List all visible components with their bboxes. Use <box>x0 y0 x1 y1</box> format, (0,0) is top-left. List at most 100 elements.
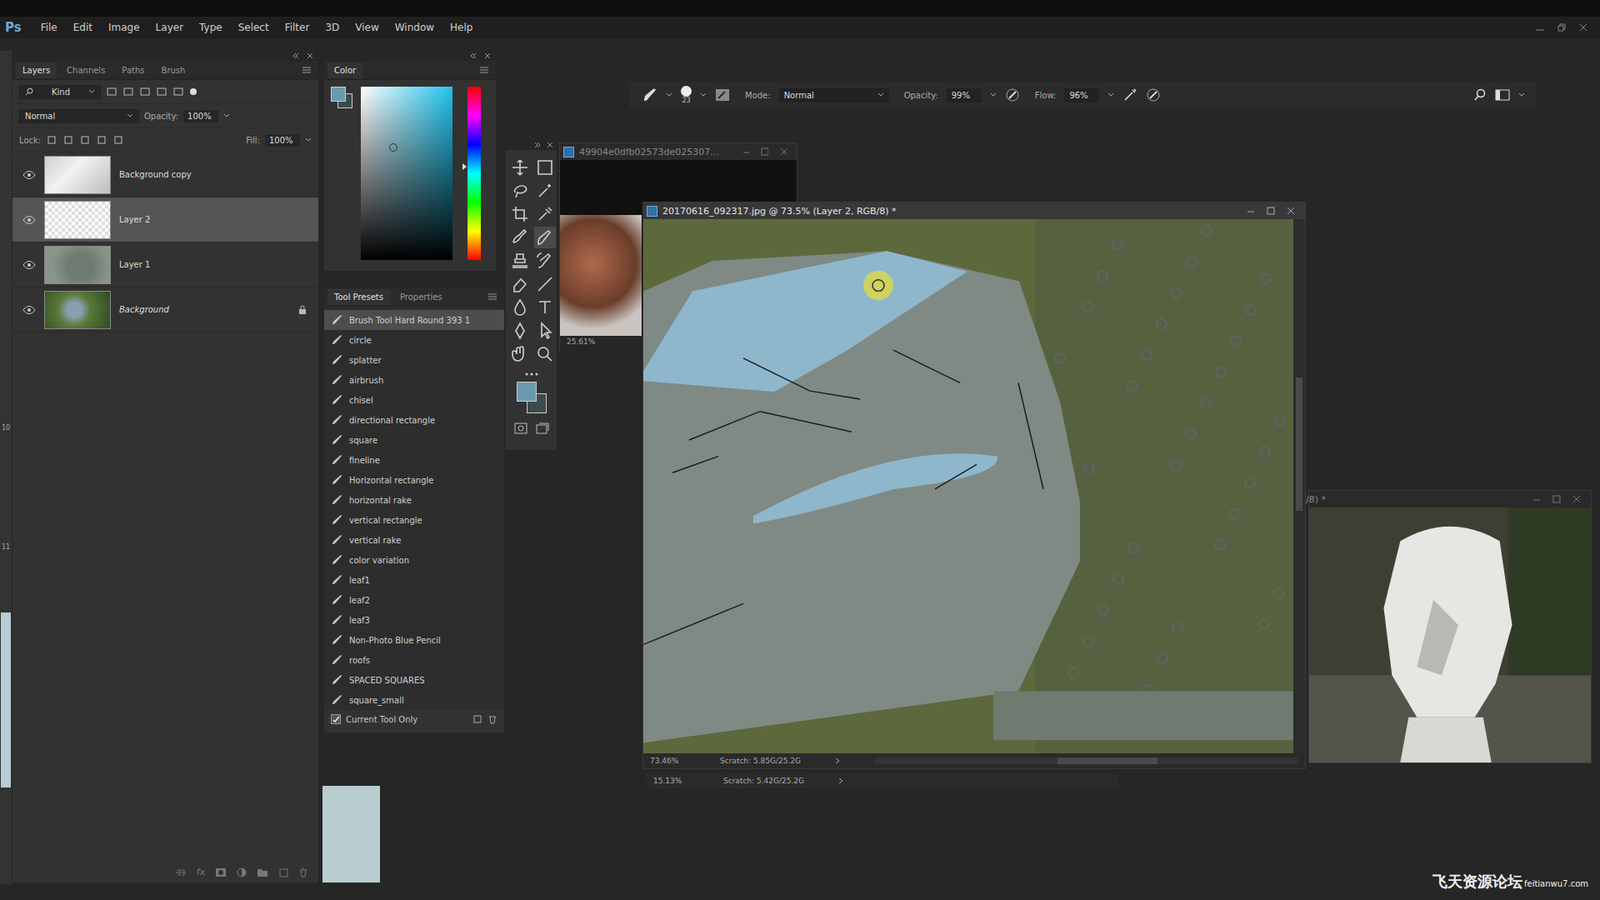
trash-icon[interactable] <box>487 714 498 725</box>
close-icon[interactable] <box>1578 22 1589 33</box>
horizontal-scrollbar[interactable] <box>874 757 1299 765</box>
menu-item[interactable]: File <box>40 21 58 34</box>
maximize-icon[interactable] <box>760 147 768 156</box>
preset-item[interactable]: square <box>324 430 505 450</box>
preset-item[interactable]: SPACED SQUARES <box>324 670 505 690</box>
airbrush-icon[interactable] <box>1122 87 1138 103</box>
lock-option-icon[interactable] <box>62 135 75 145</box>
filter-type-icon[interactable] <box>139 86 151 97</box>
preset-item[interactable]: leaf1 <box>324 570 505 590</box>
panel-tab[interactable]: Paths <box>115 62 151 79</box>
panel-menu-icon[interactable] <box>479 65 490 75</box>
caret-icon[interactable] <box>1107 92 1115 98</box>
close-icon[interactable] <box>484 52 491 60</box>
mask-icon[interactable] <box>215 867 227 878</box>
lock-option-icon[interactable] <box>45 135 58 145</box>
tool-icon[interactable] <box>534 203 556 225</box>
hue-marker[interactable] <box>462 163 467 170</box>
filter-type-icon[interactable] <box>155 86 168 97</box>
tool-icon[interactable] <box>534 320 556 342</box>
collapse-icon[interactable] <box>469 52 478 60</box>
filter-toggle-icon[interactable] <box>189 87 198 96</box>
preset-item[interactable]: fineline <box>324 450 505 470</box>
maximize-icon[interactable] <box>1266 206 1275 215</box>
workspace-icon[interactable] <box>1495 89 1510 101</box>
tool-icon[interactable] <box>509 250 531 272</box>
document-window[interactable]: 20170616_092317.jpg @ 73.5% (Layer 2, RG… <box>642 201 1306 770</box>
panel-tab[interactable]: Tool Presets <box>327 289 390 305</box>
menu-item[interactable]: Select <box>238 21 270 34</box>
panel-tab[interactable]: Channels <box>60 62 112 79</box>
preset-item[interactable]: Non-Photo Blue Pencil <box>324 630 505 650</box>
caret-icon[interactable] <box>1518 92 1525 98</box>
preset-item[interactable]: chisel <box>324 390 505 410</box>
brush-tool-icon[interactable] <box>642 87 658 103</box>
panel-tab[interactable]: Brush <box>155 62 193 79</box>
close-icon[interactable] <box>306 52 314 60</box>
document-window[interactable]: /8) * <box>1308 490 1592 764</box>
minimize-icon[interactable] <box>1532 495 1541 504</box>
layer-row[interactable]: Layer 2 <box>12 197 319 243</box>
eye-icon[interactable] <box>22 305 36 315</box>
panel-tab[interactable]: Properties <box>393 289 450 305</box>
current-tool-checkbox[interactable] <box>330 714 341 725</box>
menu-item[interactable]: Filter <box>285 21 310 34</box>
close-icon[interactable] <box>780 147 787 156</box>
close-icon[interactable] <box>546 141 554 149</box>
caret-icon[interactable] <box>223 113 230 119</box>
caret-icon[interactable] <box>700 92 707 98</box>
preset-item[interactable]: leaf2 <box>324 590 505 610</box>
menu-item[interactable]: View <box>355 21 379 34</box>
arrow-icon[interactable] <box>834 757 841 765</box>
panel-tab[interactable]: Layers <box>15 62 57 79</box>
lock-option-icon[interactable] <box>112 135 125 145</box>
brush-panel-icon[interactable] <box>715 88 730 102</box>
restore-icon[interactable] <box>1556 22 1567 33</box>
pressure-size-icon[interactable] <box>1145 87 1161 103</box>
tool-icon[interactable] <box>509 226 531 249</box>
preset-item[interactable]: square_small <box>324 690 505 710</box>
tool-icon[interactable] <box>534 296 556 319</box>
pressure-opacity-icon[interactable] <box>1005 87 1020 103</box>
layer-row[interactable]: Background copy <box>12 152 319 198</box>
tool-icon[interactable] <box>509 273 531 295</box>
tool-icon[interactable] <box>534 156 556 179</box>
lock-option-icon[interactable] <box>95 135 108 145</box>
tool-icon[interactable] <box>534 226 556 249</box>
opacity-field[interactable]: 99% <box>946 88 982 103</box>
fx-button[interactable]: fx <box>196 866 205 878</box>
eye-icon[interactable] <box>22 170 36 180</box>
menu-item[interactable]: Help <box>450 21 473 34</box>
trash-icon[interactable] <box>298 867 309 878</box>
arrow-icon[interactable] <box>837 777 845 785</box>
filter-select[interactable]: Kind <box>19 85 101 100</box>
preset-item[interactable]: Horizontal rectangle <box>324 470 505 490</box>
minimize-icon[interactable] <box>1246 206 1255 215</box>
new-preset-icon[interactable] <box>472 714 483 725</box>
layer-row[interactable]: Background <box>12 287 319 333</box>
tool-icon[interactable] <box>534 180 556 202</box>
preset-item[interactable]: Brush Tool Hard Round 393 1 <box>324 310 505 330</box>
search-icon[interactable] <box>1473 88 1487 102</box>
caret-icon[interactable] <box>665 92 673 98</box>
preset-item[interactable]: splatter <box>324 350 505 370</box>
preset-item[interactable]: vertical rake <box>324 530 505 550</box>
menu-item[interactable]: Window <box>395 21 435 34</box>
preset-item[interactable]: leaf3 <box>324 610 505 630</box>
quick-mask-icon[interactable] <box>513 421 529 435</box>
close-icon[interactable] <box>1572 495 1581 504</box>
menu-item[interactable]: Layer <box>155 21 184 34</box>
opacity-field[interactable]: 100% <box>183 110 219 123</box>
tool-icon[interactable] <box>509 203 531 225</box>
filter-type-icon[interactable] <box>172 86 185 97</box>
eye-icon[interactable] <box>22 215 36 225</box>
flow-field[interactable]: 96% <box>1064 88 1100 103</box>
filter-type-icon[interactable] <box>122 86 135 97</box>
new-layer-icon[interactable] <box>278 867 289 878</box>
preset-item[interactable]: roofs <box>324 650 505 670</box>
panel-menu-icon[interactable] <box>487 292 498 301</box>
minimize-icon[interactable] <box>1535 22 1545 33</box>
preset-item[interactable]: directional rectangle <box>324 410 505 430</box>
color-swatches[interactable] <box>515 381 549 414</box>
menu-item[interactable]: Image <box>108 21 140 34</box>
